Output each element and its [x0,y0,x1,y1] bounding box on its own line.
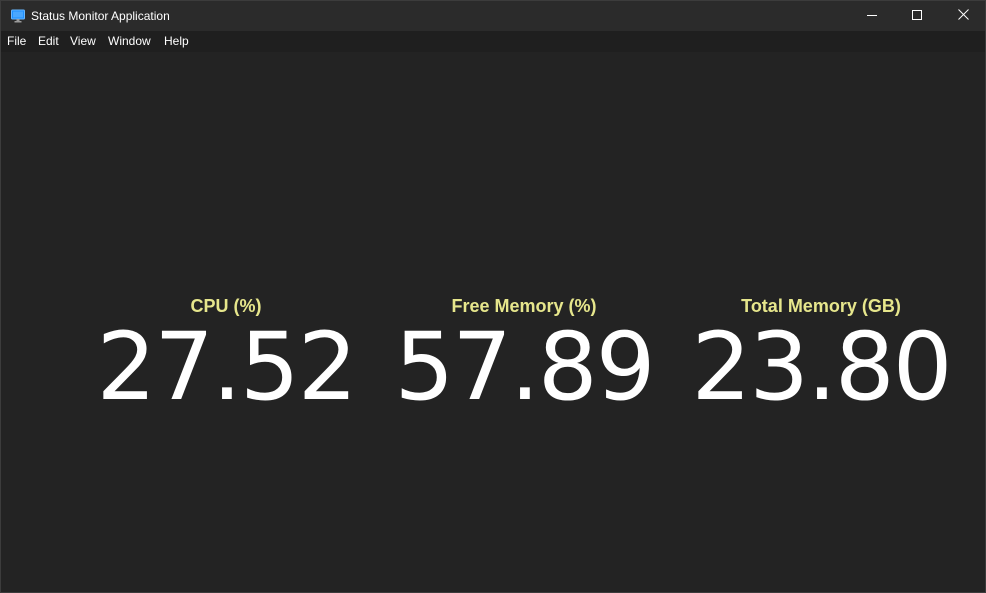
menu-bar: File Edit View Window Help [1,31,985,52]
minimize-button[interactable] [849,1,895,31]
cpu-value: 27.52 [96,313,357,422]
minimize-icon [867,7,877,25]
total-memory-value: 23.80 [691,313,952,422]
window-title: Status Monitor Application [31,9,170,23]
monitor-icon [11,9,25,23]
menu-file[interactable]: File [7,31,26,52]
menu-window[interactable]: Window [108,31,151,52]
menu-view[interactable]: View [70,31,96,52]
close-button[interactable] [940,1,985,31]
app-window: Status Monitor Application File Edit Vie… [0,0,986,593]
maximize-button[interactable] [894,1,940,31]
maximize-icon [912,7,922,25]
menu-edit[interactable]: Edit [38,31,59,52]
close-icon [957,7,969,25]
title-bar[interactable]: Status Monitor Application [1,1,985,31]
free-memory-value: 57.89 [394,313,655,422]
menu-help[interactable]: Help [164,31,189,52]
